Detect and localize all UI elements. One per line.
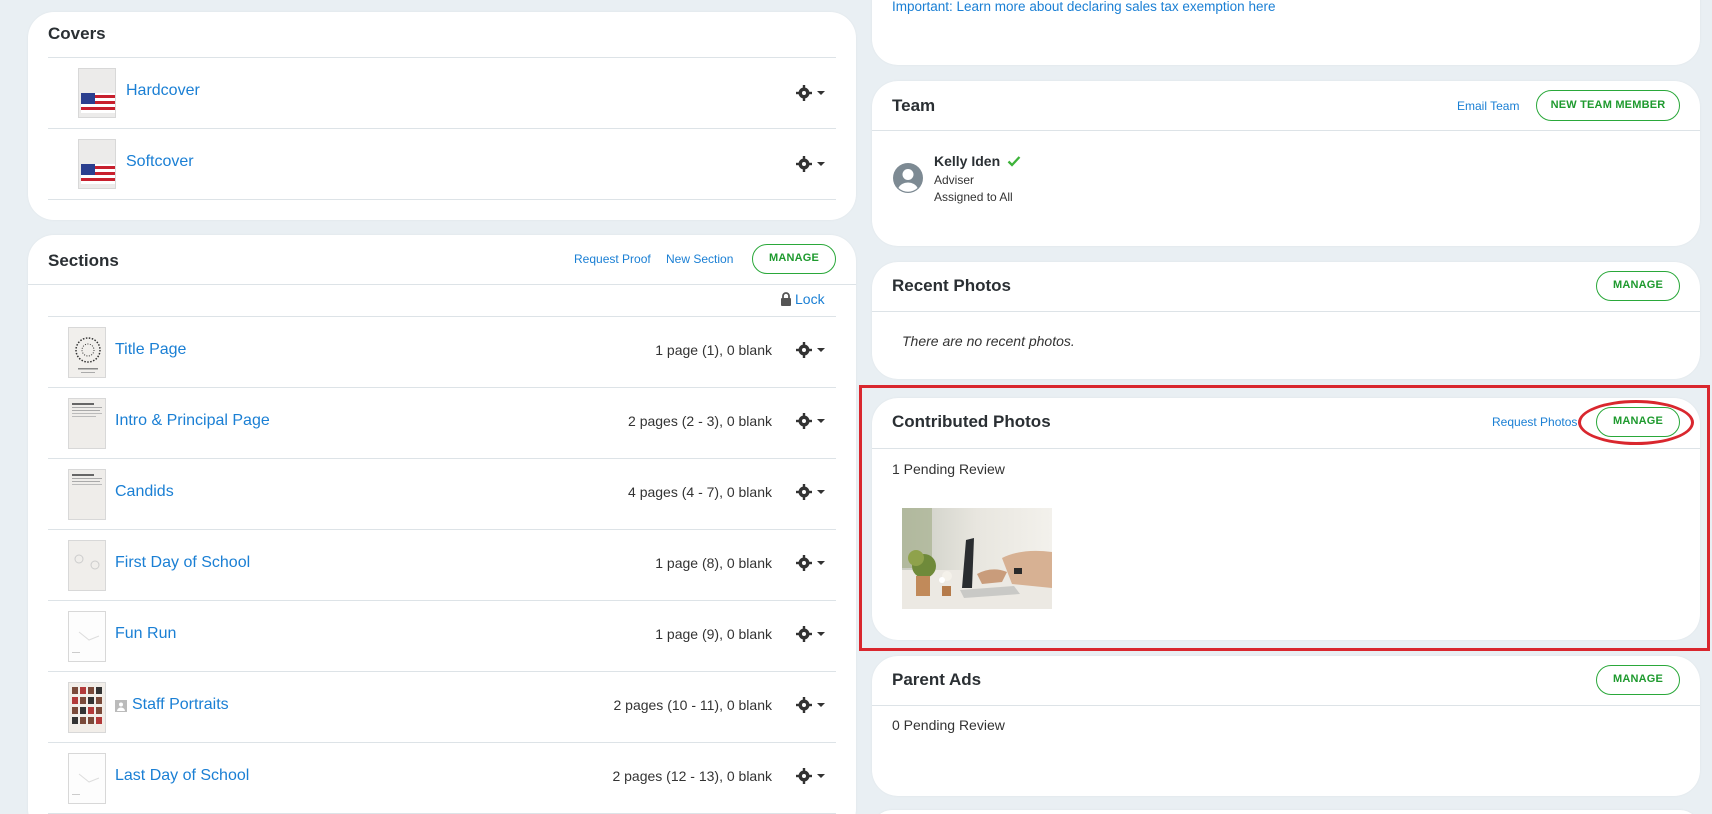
section-thumbnail (68, 611, 106, 662)
section-page-info: 2 pages (2 - 3), 0 blank (628, 413, 772, 429)
cover-item-softcover: Softcover (48, 129, 836, 200)
gear-icon[interactable] (796, 483, 830, 501)
team-title: Team (892, 96, 936, 115)
new-section-link[interactable]: New Section (666, 252, 733, 266)
section-row-intro: Intro & Principal Page 2 pages (2 - 3), … (48, 388, 836, 459)
section-page-info: 2 pages (12 - 13), 0 blank (612, 768, 772, 784)
section-row-fun-run: Fun Run 1 page (9), 0 blank (48, 601, 836, 672)
section-thumbnail (68, 327, 106, 378)
recent-photos-manage-button[interactable]: MANAGE (1596, 271, 1680, 301)
section-row-last-day: Last Day of School 2 pages (12 - 13), 0 … (48, 743, 836, 814)
avatar (892, 162, 924, 199)
section-thumbnail (68, 398, 106, 449)
team-card: Team Email Team NEW TEAM MEMBER Kelly Id… (872, 81, 1700, 246)
cover-item-hardcover: Hardcover (48, 58, 836, 129)
parent-ads-manage-button[interactable]: MANAGE (1596, 665, 1680, 695)
member-name-text: Kelly Iden (934, 153, 1001, 169)
section-label[interactable]: Staff Portraits (132, 696, 229, 714)
gear-icon[interactable] (796, 625, 830, 643)
section-label[interactable]: First Day of School (115, 554, 250, 572)
section-row-first-day: First Day of School 1 page (8), 0 blank (48, 530, 836, 601)
team-member-role: Adviser (934, 173, 975, 187)
section-row-candids: Candids 4 pages (4 - 7), 0 blank (48, 459, 836, 530)
next-card (872, 810, 1700, 814)
team-member-assignment: Assigned to All (934, 190, 1013, 204)
email-team-link[interactable]: Email Team (1457, 99, 1519, 113)
tax-exemption-link[interactable]: Important: Learn more about declaring sa… (892, 0, 1275, 14)
section-page-info: 2 pages (10 - 11), 0 blank (613, 697, 772, 713)
gear-icon[interactable] (796, 341, 830, 359)
section-page-info: 1 page (8), 0 blank (655, 555, 772, 571)
lock-label: Lock (795, 291, 825, 307)
section-label[interactable]: Intro & Principal Page (115, 412, 270, 430)
section-label[interactable]: Candids (115, 483, 174, 501)
section-page-info: 1 page (1), 0 blank (655, 342, 772, 358)
recent-photos-title: Recent Photos (892, 276, 1012, 295)
recent-photos-empty-message: There are no recent photos. (902, 333, 1075, 349)
tax-card: Important: Learn more about declaring sa… (872, 0, 1700, 65)
section-page-info: 4 pages (4 - 7), 0 blank (628, 484, 772, 500)
covers-card: Covers Hardcover Softcover (28, 12, 856, 220)
section-page-info: 1 page (9), 0 blank (655, 626, 772, 642)
sections-card: Sections Request Proof New Section MANAG… (28, 235, 856, 814)
divider (872, 311, 1700, 312)
section-label[interactable]: Last Day of School (115, 767, 249, 785)
recent-photos-card: Recent Photos MANAGE There are no recent… (872, 262, 1700, 379)
gear-icon[interactable] (796, 155, 830, 173)
gear-icon[interactable] (796, 412, 830, 430)
cover-thumbnail (78, 139, 116, 189)
section-row-title-page: Title Page 1 page (1), 0 blank (48, 317, 836, 388)
section-thumbnail (68, 540, 106, 591)
sections-manage-button[interactable]: MANAGE (752, 244, 836, 274)
gear-icon[interactable] (796, 696, 830, 714)
cover-item-label[interactable]: Hardcover (126, 82, 200, 100)
parent-ads-pending-count: 0 Pending Review (892, 717, 1005, 733)
section-thumbnail (68, 682, 106, 733)
cover-item-label[interactable]: Softcover (126, 153, 194, 171)
highlight-circle (1578, 400, 1694, 445)
gear-icon[interactable] (796, 84, 830, 102)
parent-ads-card: Parent Ads MANAGE 0 Pending Review (872, 656, 1700, 796)
section-label[interactable]: Fun Run (115, 625, 176, 643)
portrait-icon (115, 699, 127, 717)
cover-thumbnail (78, 68, 116, 118)
divider (872, 130, 1700, 131)
covers-title: Covers (48, 24, 106, 43)
gear-icon[interactable] (796, 767, 830, 785)
divider (28, 284, 856, 285)
lock-button[interactable]: Lock (780, 291, 825, 309)
lock-icon (780, 292, 792, 309)
section-row-staff-portraits: Staff Portraits 2 pages (10 - 11), 0 bla… (48, 672, 836, 743)
section-thumbnail (68, 753, 106, 804)
section-label[interactable]: Title Page (115, 341, 186, 359)
divider (872, 705, 1700, 706)
team-member-name[interactable]: Kelly Iden (934, 153, 1021, 170)
section-thumbnail (68, 469, 106, 520)
request-proof-link[interactable]: Request Proof (574, 252, 651, 266)
sections-title: Sections (48, 251, 119, 270)
parent-ads-title: Parent Ads (892, 670, 982, 689)
gear-icon[interactable] (796, 554, 830, 572)
new-team-member-button[interactable]: NEW TEAM MEMBER (1536, 90, 1680, 121)
check-icon (1007, 154, 1021, 170)
